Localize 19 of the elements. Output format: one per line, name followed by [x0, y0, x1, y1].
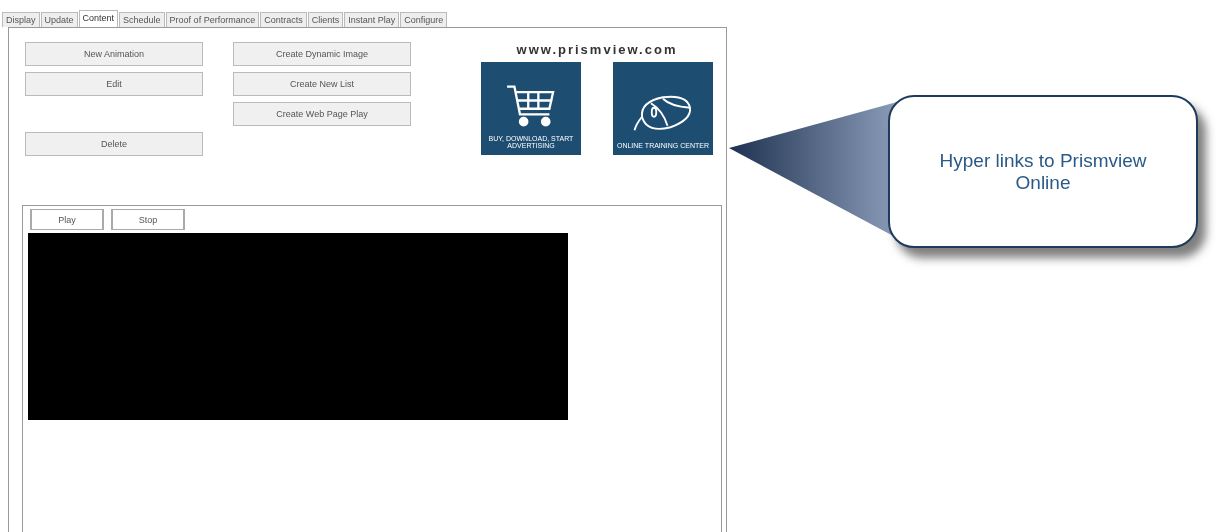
preview-button[interactable]: Stop	[111, 209, 185, 230]
callout-text: Hyper links to Prismview Online	[938, 149, 1148, 194]
tab[interactable]: Schedule	[119, 12, 165, 27]
website-link[interactable]: www.prismview.com	[516, 42, 678, 57]
tab[interactable]: Contracts	[260, 12, 307, 27]
tab[interactable]: Instant Play	[344, 12, 400, 27]
action-button[interactable]: Create Web Page Play	[233, 102, 411, 126]
action-button[interactable]: Create Dynamic Image	[233, 42, 411, 66]
tab[interactable]: Update	[40, 12, 78, 27]
action-button[interactable]: Delete	[25, 132, 203, 156]
tab[interactable]: Display	[2, 12, 40, 27]
action-button[interactable]: New Animation	[25, 42, 203, 66]
tab[interactable]: Clients	[307, 12, 344, 27]
tab[interactable]: Content	[78, 10, 119, 27]
action-button[interactable]: Create New List	[233, 72, 411, 96]
action-button[interactable]: Edit	[25, 72, 203, 96]
tab[interactable]: Proof of Performance	[165, 12, 260, 27]
tab[interactable]: Configure	[400, 12, 448, 27]
preview-button[interactable]: Play	[30, 209, 104, 230]
